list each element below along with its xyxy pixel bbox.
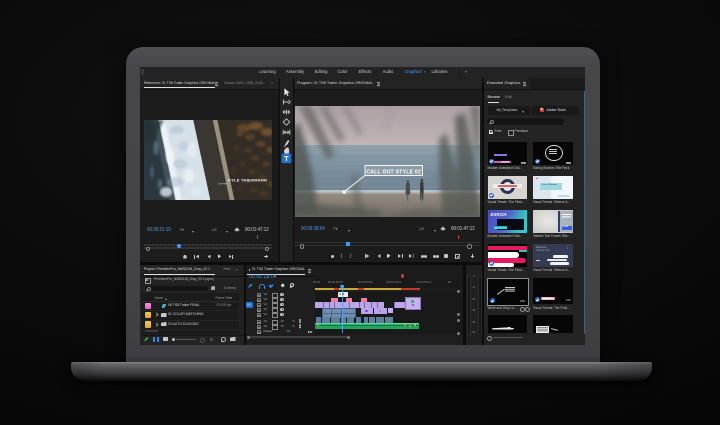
svg-text:KYLE THIERMANN: KYLE THIERMANN xyxy=(228,178,267,183)
svg-text:SURFER: SURFER xyxy=(218,184,227,186)
svg-text:T: T xyxy=(284,156,289,163)
svg-text:CALL OUT STYLE 02: CALL OUT STYLE 02 xyxy=(366,169,421,175)
